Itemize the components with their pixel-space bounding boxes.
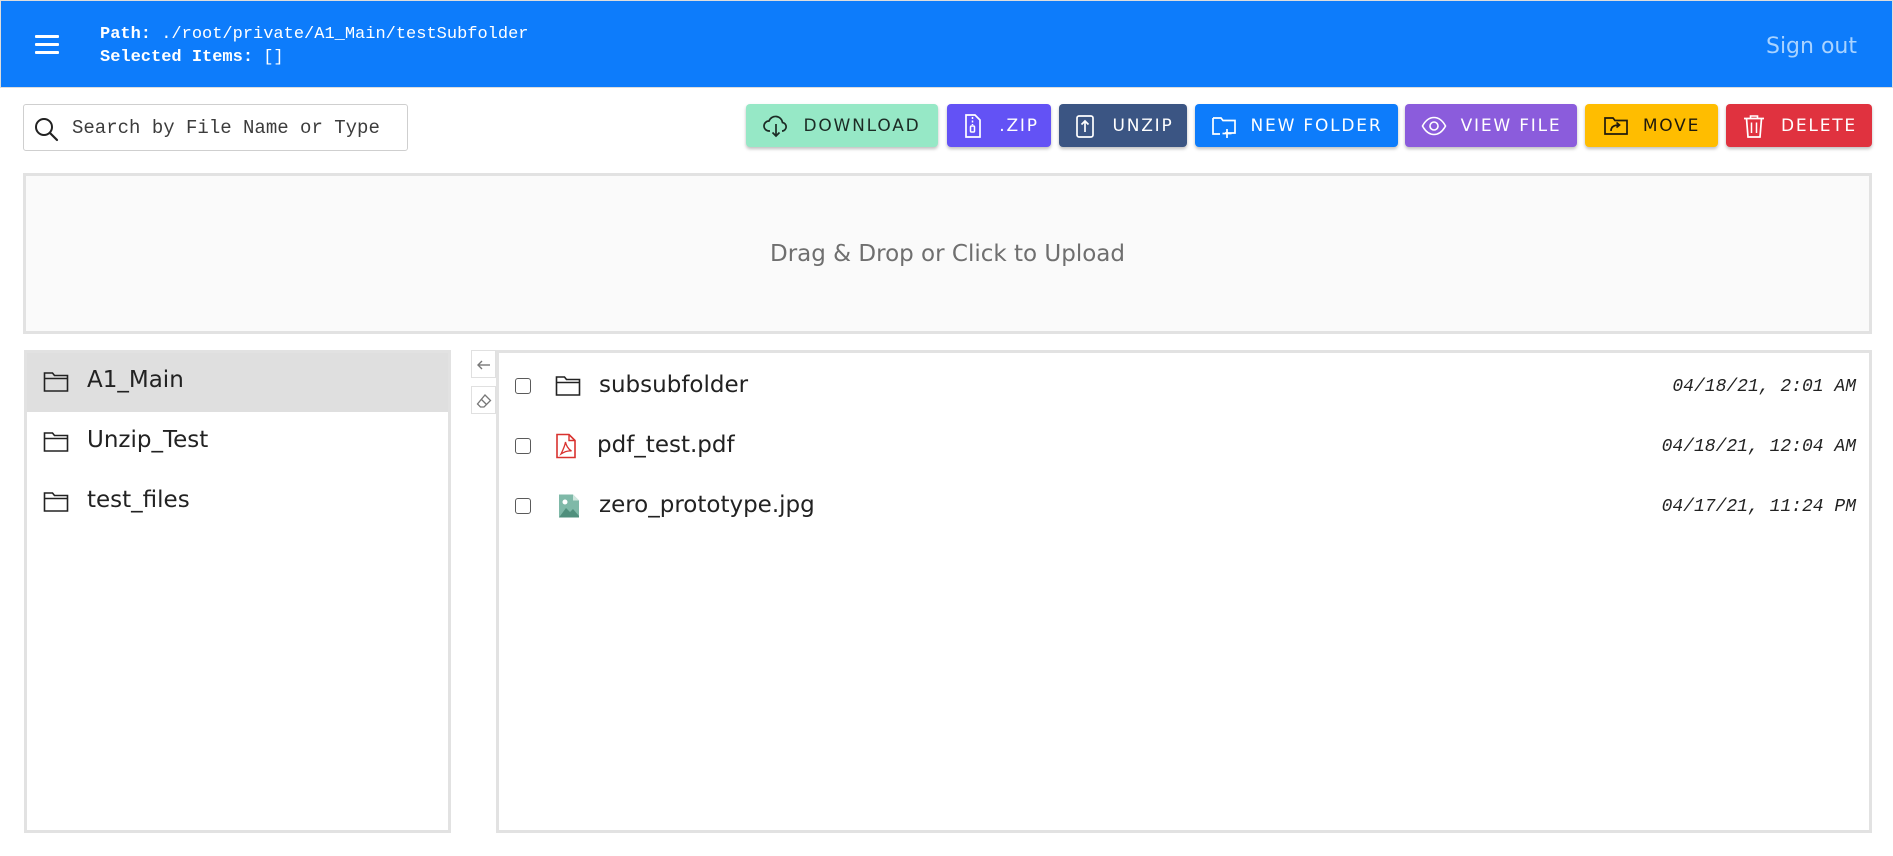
cloud-download-icon <box>763 115 788 137</box>
path-label: Path: <box>100 25 152 44</box>
file-row[interactable]: zero_prototype.jpg 04/17/21, 11:24 PM <box>499 477 1869 535</box>
file-checkbox[interactable] <box>515 378 531 394</box>
path-line: Path: ./root/private/A1_Main/testSubfold… <box>100 23 528 46</box>
sidebar-item-label: test_files <box>87 487 190 513</box>
eraser-icon <box>476 394 492 408</box>
folder-icon <box>555 376 581 396</box>
new-folder-button-label: NEW FOLDER <box>1250 115 1383 136</box>
file-row[interactable]: pdf_test.pdf 04/18/21, 12:04 AM <box>499 417 1869 475</box>
download-button[interactable]: DOWNLOAD <box>746 104 938 147</box>
back-button[interactable] <box>471 350 496 378</box>
search-input[interactable] <box>72 113 397 143</box>
trash-icon <box>1744 114 1764 138</box>
new-folder-button[interactable]: NEW FOLDER <box>1195 104 1398 147</box>
file-name: subsubfolder <box>599 372 749 398</box>
pdf-file-icon <box>556 433 576 459</box>
zip-file-icon <box>965 113 982 138</box>
path-info: Path: ./root/private/A1_Main/testSubfold… <box>100 23 528 69</box>
sidebar-item-a1-main[interactable]: A1_Main <box>27 353 448 412</box>
download-button-label: DOWNLOAD <box>803 115 921 136</box>
folder-icon <box>43 372 69 392</box>
app-header: Path: ./root/private/A1_Main/testSubfold… <box>0 0 1893 88</box>
path-value: ./root/private/A1_Main/testSubfolder <box>161 25 529 44</box>
eye-icon <box>1421 116 1447 135</box>
file-checkbox[interactable] <box>515 498 531 514</box>
move-button-label: MOVE <box>1642 115 1701 136</box>
move-button[interactable]: MOVE <box>1585 104 1718 147</box>
delete-button-label: DELETE <box>1781 115 1857 136</box>
file-date: 04/18/21, 12:04 AM <box>1661 437 1856 457</box>
folder-sidebar: A1_Main Unzip_Test test_files <box>24 350 451 833</box>
zip-button[interactable]: .ZIP <box>947 104 1051 147</box>
file-name: pdf_test.pdf <box>597 432 735 458</box>
file-checkbox[interactable] <box>515 438 531 454</box>
file-date: 04/17/21, 11:24 PM <box>1661 497 1856 517</box>
file-name: zero_prototype.jpg <box>599 492 815 518</box>
folder-add-icon <box>1211 116 1236 138</box>
file-row[interactable]: subsubfolder 04/18/21, 2:01 AM <box>499 357 1869 415</box>
zip-button-label: .ZIP <box>999 115 1039 136</box>
file-date: 04/18/21, 2:01 AM <box>1672 377 1856 397</box>
folder-icon <box>43 432 69 452</box>
view-file-button-label: VIEW FILE <box>1460 115 1562 136</box>
view-file-button[interactable]: VIEW FILE <box>1405 104 1577 147</box>
arrow-left-icon <box>477 360 490 370</box>
selected-items-label: Selected Items: <box>100 48 254 67</box>
upload-dropzone[interactable]: Drag & Drop or Click to Upload <box>23 173 1872 334</box>
sidebar-item-unzip-test[interactable]: Unzip_Test <box>27 413 448 472</box>
selected-items-line: Selected Items: [] <box>100 46 528 69</box>
folder-move-icon <box>1603 116 1628 135</box>
folder-icon <box>43 492 69 512</box>
delete-button[interactable]: DELETE <box>1726 104 1872 147</box>
unzip-button-label: UNZIP <box>1112 115 1174 136</box>
sign-out-link[interactable]: Sign out <box>1766 34 1857 59</box>
unzip-button[interactable]: UNZIP <box>1059 104 1187 147</box>
search-box <box>23 104 408 151</box>
sidebar-item-label: Unzip_Test <box>87 427 209 453</box>
file-list: subsubfolder 04/18/21, 2:01 AM pdf_test.… <box>496 350 1872 833</box>
sidebar-item-test-files[interactable]: test_files <box>27 473 448 532</box>
clear-selection-button[interactable] <box>471 386 496 414</box>
upload-dropzone-label: Drag & Drop or Click to Upload <box>769 240 1125 267</box>
selected-items-value: [] <box>263 48 284 67</box>
hamburger-menu-icon[interactable] <box>32 32 62 56</box>
file-upload-icon <box>1076 114 1095 138</box>
image-file-icon <box>559 494 579 518</box>
sidebar-item-label: A1_Main <box>87 367 184 393</box>
search-icon <box>35 118 59 142</box>
